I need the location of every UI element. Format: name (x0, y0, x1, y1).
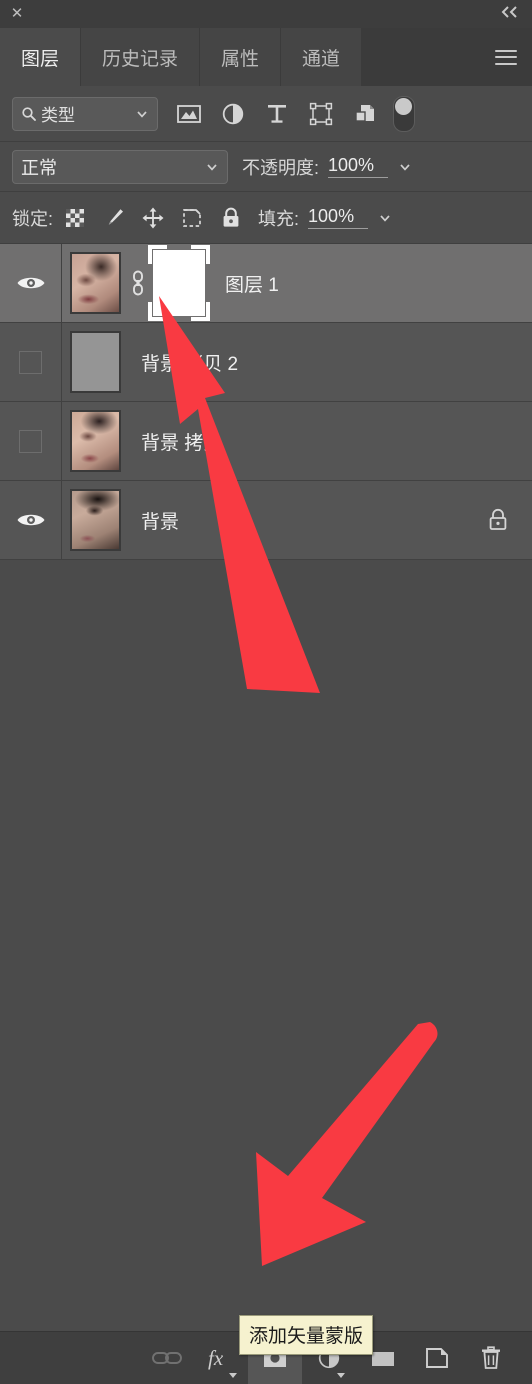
layer-name[interactable]: 背景 拷贝 (141, 428, 532, 455)
lock-label: 锁定: (12, 208, 54, 229)
layer-thumbnail[interactable] (70, 489, 121, 551)
filter-smart-object-layers-icon[interactable] (351, 100, 379, 128)
filter-adjustment-layers-icon[interactable] (219, 100, 247, 128)
layer-visibility-toggle[interactable] (0, 481, 62, 559)
blend-mode-dropdown[interactable]: 正常 (12, 149, 228, 184)
delete-layer-button[interactable] (464, 1332, 518, 1384)
chevron-double-left-icon (501, 6, 517, 18)
new-layer-button[interactable] (410, 1332, 464, 1384)
search-icon (21, 106, 37, 122)
lock-buttons (62, 205, 244, 231)
eye-off-icon (19, 429, 42, 453)
eye-icon (17, 277, 44, 289)
hamburger-icon (495, 49, 517, 65)
tab-properties[interactable]: 属性 (200, 28, 282, 86)
lock-all-icon[interactable] (218, 205, 244, 231)
layer-visibility-toggle[interactable] (0, 244, 62, 322)
opacity-label: 不透明度: (242, 157, 320, 178)
lock-transparent-pixels-icon[interactable] (62, 205, 88, 231)
chevron-down-icon (205, 160, 219, 174)
filter-enable-toggle[interactable] (393, 95, 415, 132)
table-row[interactable]: 图层 1 (0, 244, 532, 323)
folder-icon (372, 1352, 394, 1366)
layer-name[interactable]: 背景 (141, 507, 478, 534)
opacity-chevron-down-icon[interactable] (398, 160, 412, 174)
filter-kind-icons (175, 100, 379, 128)
svg-text:fx: fx (208, 1346, 224, 1370)
filter-pixel-layers-icon[interactable] (175, 100, 203, 128)
table-row[interactable]: 背景 (0, 481, 532, 560)
fill-value[interactable]: 100% (308, 206, 369, 229)
link-layers-button[interactable] (140, 1332, 194, 1384)
lock-image-pixels-icon[interactable] (101, 205, 127, 231)
tab-history[interactable]: 历史记录 (81, 28, 201, 86)
caret-down-icon (229, 1373, 237, 1378)
eye-off-icon (19, 350, 42, 374)
layer-list: 图层 1 背景 拷贝 2 背景 拷贝 背景 (0, 244, 532, 1331)
tooltip: 添加矢量蒙版 (239, 1315, 374, 1355)
filter-type-label: 类型 (41, 106, 75, 125)
layer-visibility-toggle[interactable] (0, 323, 62, 401)
mask-selection-brackets (148, 245, 210, 321)
blend-opacity-bar: 正常 不透明度: 100% (0, 142, 532, 192)
new-layer-icon (426, 1348, 448, 1368)
layer-name[interactable]: 背景 拷贝 2 (141, 349, 532, 376)
layer-thumbnail[interactable] (70, 252, 121, 314)
opacity-value[interactable]: 100% (328, 155, 389, 178)
layer-visibility-toggle[interactable] (0, 402, 62, 480)
layer-filter-bar: 类型 (0, 86, 532, 142)
mask-link-icon[interactable] (127, 268, 149, 298)
filter-shape-layers-icon[interactable] (307, 100, 335, 128)
fx-icon: fx (208, 1346, 224, 1370)
tabstrip-filler (362, 28, 480, 86)
panel-tabs: 图层 历史记录 属性 通道 (0, 28, 532, 86)
blend-mode-label: 正常 (21, 157, 57, 178)
table-row[interactable]: 背景 拷贝 (0, 402, 532, 481)
caret-down-icon (337, 1373, 345, 1378)
lock-fill-bar: 锁定: 填充: 100% (0, 192, 532, 244)
table-row[interactable]: 背景 拷贝 2 (0, 323, 532, 402)
tab-layers[interactable]: 图层 (0, 28, 82, 86)
panel-titlebar: ✕ (0, 0, 532, 28)
link-icon (152, 1352, 182, 1364)
layer-locked-icon (478, 507, 518, 533)
layer-mask-thumbnail[interactable] (148, 245, 210, 321)
chevron-down-icon (135, 107, 149, 121)
layer-thumbnail[interactable] (70, 331, 121, 393)
panel-menu-button[interactable] (480, 28, 532, 86)
fill-label: 填充: (258, 208, 300, 229)
trash-icon (482, 1346, 500, 1369)
tab-channels[interactable]: 通道 (281, 28, 363, 86)
lock-position-icon[interactable] (140, 205, 166, 231)
layer-name[interactable]: 图层 1 (225, 270, 532, 297)
eye-icon (17, 514, 44, 526)
layers-panel: ✕ 图层 历史记录 属性 通道 类型 正常 不透明度: 100% 锁定: 填充:… (0, 0, 532, 1384)
filter-type-dropdown[interactable]: 类型 (12, 96, 158, 131)
layer-thumbnail[interactable] (70, 410, 121, 472)
fill-chevron-down-icon[interactable] (378, 211, 392, 225)
close-icon[interactable]: ✕ (8, 5, 26, 23)
lock-artboard-nesting-icon[interactable] (179, 205, 205, 231)
collapse-panel-icon[interactable] (498, 4, 522, 24)
filter-type-layers-icon[interactable] (263, 100, 291, 128)
